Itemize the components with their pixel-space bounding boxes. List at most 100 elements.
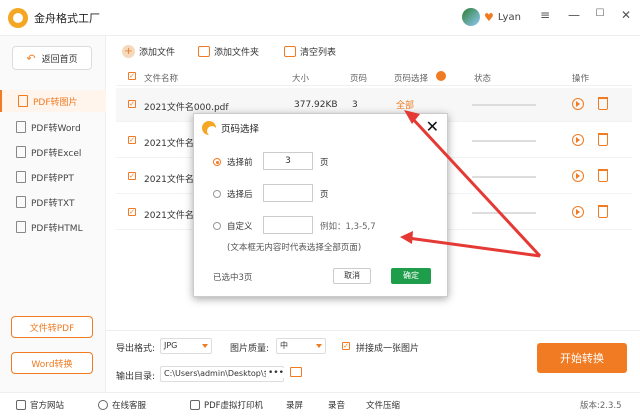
- file-name: 2021文件名: [144, 139, 194, 149]
- footer: 官方网站 在线客服 PDF虚拟打印机 录屏 录音 文件压缩 版本:2.3.5: [0, 392, 640, 416]
- compress-label: 文件压缩: [366, 401, 401, 411]
- globe-icon: [16, 400, 26, 410]
- user-area[interactable]: ♥ Lyan: [462, 8, 521, 26]
- play-icon[interactable]: [572, 170, 584, 182]
- progress-bar: [472, 212, 536, 214]
- trash-icon[interactable]: [598, 205, 608, 218]
- support-label: 在线客服: [112, 401, 147, 411]
- radio-after[interactable]: [213, 190, 221, 198]
- row-checkbox[interactable]: ✓: [128, 208, 136, 216]
- sidebar-item-pdf-to-ppt[interactable]: PDF转PPT: [0, 166, 106, 188]
- row-checkbox[interactable]: ✓: [128, 136, 136, 144]
- menu-icon[interactable]: ≡: [537, 8, 553, 22]
- trash-icon[interactable]: [598, 97, 608, 110]
- play-icon[interactable]: [572, 206, 584, 218]
- cancel-button[interactable]: 取消: [333, 268, 371, 284]
- radio-custom[interactable]: [213, 222, 221, 230]
- output-label: 输出目录:: [116, 372, 156, 382]
- col-size: 大小: [292, 74, 310, 84]
- radio-before[interactable]: [213, 158, 221, 166]
- file-name: 2021文件名: [144, 175, 194, 185]
- clear-list-button[interactable]: 清空列表: [284, 45, 336, 58]
- minimize-button[interactable]: —: [566, 8, 582, 22]
- txt-icon: [16, 196, 26, 208]
- add-file-label: 添加文件: [139, 47, 176, 58]
- format-label: 导出格式:: [116, 344, 156, 354]
- page-select-info-icon[interactable]: [436, 71, 446, 81]
- play-icon[interactable]: [572, 134, 584, 146]
- toolbar: + 添加文件 添加文件夹 清空列表: [106, 36, 640, 66]
- maximize-button[interactable]: ☐: [592, 8, 608, 19]
- format-select[interactable]: JPG: [160, 338, 212, 354]
- select-all-checkbox[interactable]: ✓: [128, 72, 136, 80]
- back-arrow-icon: ↶: [26, 51, 36, 65]
- version-text: 版本:2.3.5: [580, 401, 622, 411]
- browse-more-button[interactable]: •••: [266, 368, 284, 378]
- trash-icon[interactable]: [598, 133, 608, 146]
- record-link[interactable]: 录屏: [286, 399, 303, 411]
- play-icon[interactable]: [572, 98, 584, 110]
- pdf-image-icon: [18, 95, 28, 107]
- row-checkbox[interactable]: ✓: [128, 172, 136, 180]
- after-label: 选择后: [227, 190, 253, 200]
- add-file-button[interactable]: + 添加文件: [122, 44, 176, 58]
- file-to-pdf-button[interactable]: 文件转PDF: [11, 316, 93, 338]
- page-unit: 页: [320, 158, 329, 168]
- start-convert-button[interactable]: 开始转换: [537, 343, 627, 373]
- file-size: 377.92KB: [294, 100, 338, 110]
- after-input[interactable]: [263, 184, 313, 202]
- page-select-link[interactable]: 全部: [396, 98, 414, 111]
- before-label: 选择前: [227, 158, 253, 168]
- dialog-title: 页码选择: [221, 124, 260, 135]
- col-pages: 页码: [350, 74, 368, 84]
- word-convert-button[interactable]: Word转换: [11, 352, 93, 374]
- back-home-button[interactable]: ↶ 返回首页: [12, 46, 92, 70]
- username: Lyan: [497, 11, 521, 23]
- dialog-close-icon[interactable]: ✕: [426, 117, 439, 136]
- stitch-label: 拼接成一张图片: [356, 344, 420, 354]
- col-ops: 操作: [572, 74, 590, 84]
- website-link[interactable]: 官方网站: [16, 399, 64, 411]
- vip-heart-icon: ♥: [484, 10, 494, 24]
- sidebar-item-label: PDF转TXT: [31, 198, 75, 209]
- html-icon: [16, 221, 26, 233]
- folder-open-icon[interactable]: [290, 367, 302, 377]
- sidebar-item-label: PDF转Excel: [31, 148, 82, 159]
- chevron-down-icon: [316, 344, 322, 348]
- avatar[interactable]: [462, 8, 480, 26]
- progress-bar: [472, 104, 536, 106]
- audio-link[interactable]: 录音: [328, 399, 345, 411]
- quality-select[interactable]: 中: [276, 338, 326, 354]
- add-folder-button[interactable]: 添加文件夹: [198, 45, 259, 58]
- row-checkbox[interactable]: ✓: [128, 100, 136, 108]
- sidebar-item-pdf-to-excel[interactable]: PDF转Excel: [0, 141, 106, 163]
- record-label: 录屏: [286, 401, 304, 411]
- sidebar-item-pdf-to-html[interactable]: PDF转HTML: [0, 216, 106, 238]
- ok-button[interactable]: 确定: [391, 268, 431, 284]
- custom-example: 例如：1,3-5,7: [320, 222, 376, 232]
- custom-input[interactable]: [263, 216, 313, 234]
- sidebar-item-pdf-to-word[interactable]: PDF转Word: [0, 116, 106, 138]
- sidebar-item-pdf-to-txt[interactable]: PDF转TXT: [0, 191, 106, 213]
- col-page-select: 页码选择: [394, 74, 429, 84]
- col-status: 状态: [474, 74, 492, 84]
- title-bar: 金舟格式工厂 ♥ Lyan ≡ — ☐ ✕: [0, 0, 640, 36]
- file-name: 2021文件名: [144, 211, 194, 221]
- trash-icon[interactable]: [598, 169, 608, 182]
- app-title: 金舟格式工厂: [34, 11, 100, 25]
- back-home-label: 返回首页: [41, 54, 78, 65]
- clear-list-label: 清空列表: [300, 47, 337, 58]
- compress-link[interactable]: 文件压缩: [366, 399, 400, 411]
- app-logo-icon: [8, 7, 28, 28]
- close-button[interactable]: ✕: [618, 8, 634, 22]
- selected-count: 已选中3页: [213, 273, 253, 283]
- sidebar-item-label: PDF转HTML: [31, 223, 83, 234]
- before-input[interactable]: 3: [263, 152, 313, 170]
- custom-label: 自定义: [227, 222, 253, 232]
- page-select-dialog: 页码选择 ✕ 选择前 3 页 选择后 页 自定义 例如：1,3-5,7 (文本框…: [193, 113, 448, 297]
- pdf-printer-link[interactable]: PDF虚拟打印机: [190, 399, 263, 411]
- stitch-checkbox[interactable]: ✓: [342, 342, 350, 350]
- sidebar-item-pdf-to-image[interactable]: PDF转图片: [0, 90, 106, 112]
- table-header: ✓ 文件名称 大小 页码 页码选择 状态 操作: [116, 68, 632, 86]
- support-link[interactable]: 在线客服: [98, 399, 146, 411]
